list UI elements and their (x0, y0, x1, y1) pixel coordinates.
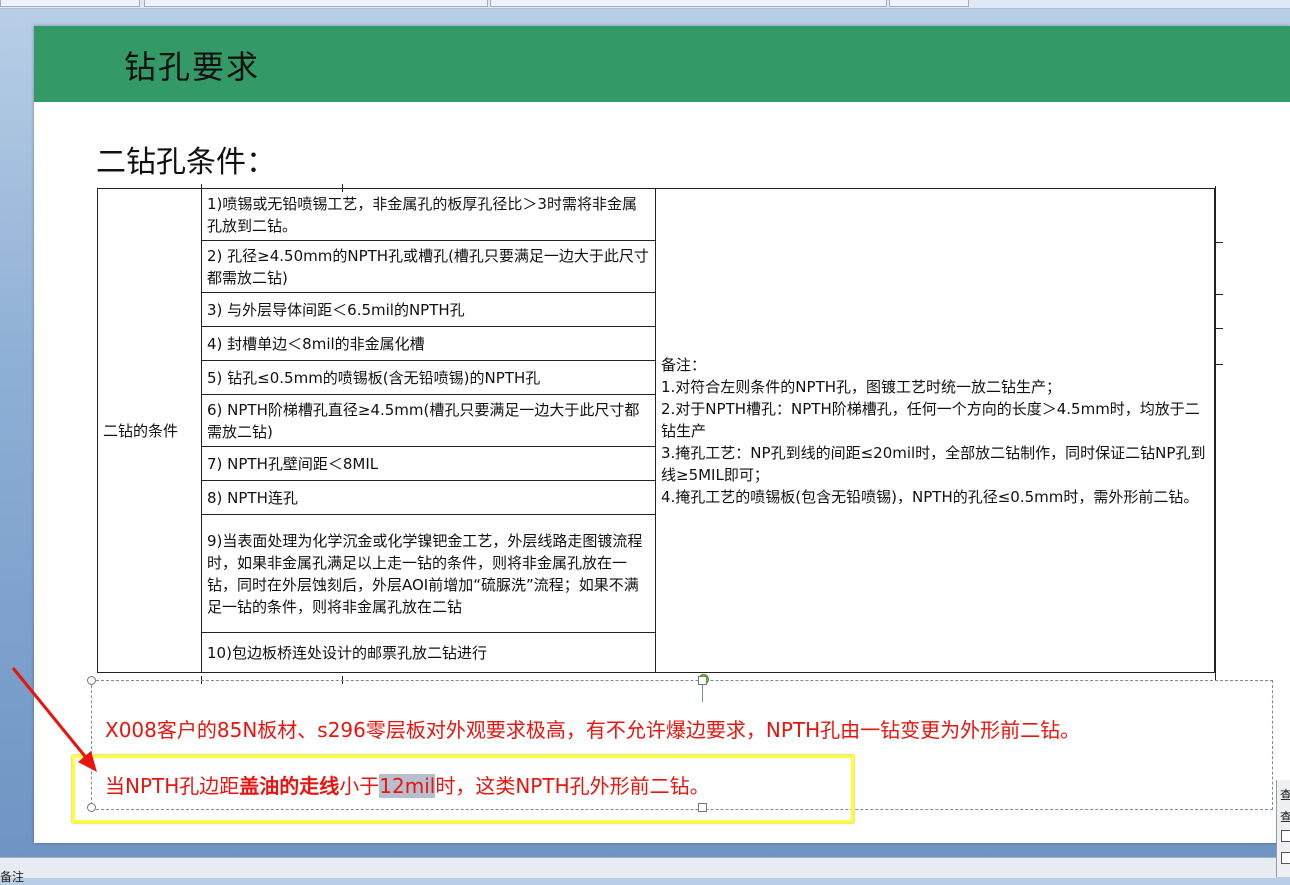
side-panel-label: 查 (1280, 810, 1290, 824)
rotation-line (702, 682, 703, 702)
condition-item: 7) NPTH孔壁间距＜8MIL (201, 446, 656, 481)
condition-item: 6) NPTH阶梯槽孔直径≥4.5mm(槽孔只要满足一边大于此尺寸都需放二钻) (201, 394, 656, 447)
category-cell: 二钻的条件 (97, 188, 202, 673)
annotation-line-2[interactable]: 当NPTH孔边距盖油的走线小于12mil时，这类NPTH孔外形前二钻。 (105, 770, 710, 799)
line2-bold-text: 盖油的走线 (239, 774, 340, 798)
condition-item: 5) 钻孔≤0.5mm的喷锡板(含无铅喷锡)的NPTH孔 (201, 360, 656, 395)
note-line: 4.掩孔工艺的喷锡板(包含无铅喷锡)，NPTH的孔径≤0.5mm时，需外形前二钻… (661, 487, 1199, 506)
line2-text-a: 当NPTH孔边距 (105, 774, 240, 798)
table-tick (201, 184, 202, 192)
ribbon-tab-3[interactable] (490, 0, 887, 7)
slide-canvas[interactable]: 钻孔要求 二钻孔条件： 二钻的条件 1)喷锡或无铅喷锡工艺，非金属孔的板厚孔径比… (34, 26, 1290, 843)
condition-item: 8) NPTH连孔 (201, 480, 656, 515)
side-panel-checkbox[interactable] (1281, 830, 1290, 842)
condition-item: 1)喷锡或无铅喷锡工艺，非金属孔的板厚孔径比＞3时需将非金属孔放到二钻。 (201, 188, 656, 241)
annotation-line-1[interactable]: X008客户的85N板材、s296零层板对外观要求极高，有不允许爆边要求，NPT… (105, 714, 1080, 743)
side-panel-label: 查 (1280, 788, 1290, 802)
note-heading: 备注： (661, 355, 707, 374)
slide-title[interactable]: 钻孔要求 (124, 42, 260, 88)
line2-text-c: 时，这类NPTH孔外形前二钻。 (435, 774, 710, 798)
table-tick (342, 184, 343, 192)
ribbon-tab-1[interactable] (0, 0, 140, 7)
condition-item: 9)当表面处理为化学沉金或化学镍钯金工艺，外层线路走图镀流程时，如果非金属孔满足… (201, 514, 656, 633)
note-line: 3.掩孔工艺：NP孔到线的间距≤20mil时，全部放二钻制作，同时保证二钻NP孔… (661, 443, 1206, 484)
table-tick (1215, 294, 1223, 295)
condition-item: 10)包边板桥连处设计的邮票孔放二钻进行 (201, 632, 656, 673)
note-line: 2.对于NPTH槽孔：NPTH阶梯槽孔，任何一个方向的长度＞4.5mm时，均放于… (661, 399, 1200, 440)
condition-item: 2) 孔径≥4.50mm的NPTH孔或槽孔(槽孔只要满足一边大于此尺寸都需放二钻… (201, 240, 656, 293)
condition-item: 4) 封槽单边＜8mil的非金属化槽 (201, 326, 656, 361)
line2-text-b: 小于 (339, 774, 380, 798)
table-tick (1215, 364, 1223, 365)
notes-bar[interactable] (0, 857, 1276, 878)
table-tick (1215, 328, 1223, 329)
slide-header-bar: 钻孔要求 (34, 26, 1290, 102)
section-subtitle[interactable]: 二钻孔条件： (96, 137, 276, 181)
side-panel-checkbox[interactable] (1281, 852, 1290, 864)
ribbon-tab-2[interactable] (144, 0, 488, 7)
resize-handle[interactable] (698, 676, 707, 685)
window-top-strip (0, 0, 1290, 9)
conditions-table[interactable]: 二钻的条件 1)喷锡或无铅喷锡工艺，非金属孔的板厚孔径比＞3时需将非金属孔放到二… (97, 188, 1215, 673)
table-tick (1215, 242, 1223, 243)
condition-item: 3) 与外层导体间距＜6.5mil的NPTH孔 (201, 292, 656, 327)
note-line: 1.对符合左则条件的NPTH孔，图镀工艺时统一放二钻生产； (661, 377, 1062, 396)
note-cell: 备注： 1.对符合左则条件的NPTH孔，图镀工艺时统一放二钻生产； 2.对于NP… (655, 188, 1215, 673)
table-right-border (1215, 186, 1216, 681)
ribbon-tab-4[interactable] (889, 0, 969, 7)
resize-handle[interactable] (87, 676, 96, 685)
selected-text: 12mil (379, 774, 436, 798)
